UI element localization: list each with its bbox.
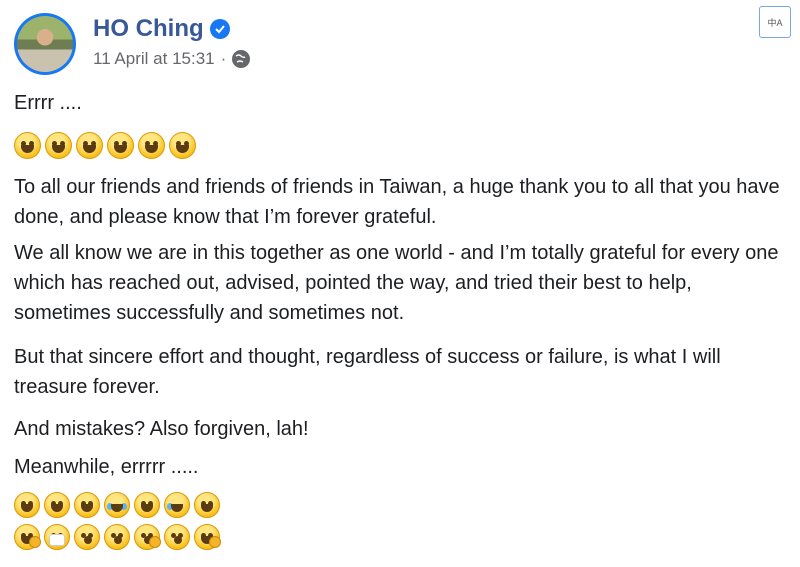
meta-separator: · <box>220 49 227 68</box>
author-name[interactable]: HO Ching <box>93 15 204 43</box>
post-meta: 11 April at 15:31 · <box>93 49 251 69</box>
emoji-row-2 <box>14 492 220 518</box>
translate-button[interactable]: 中A <box>759 6 791 38</box>
globe-icon[interactable] <box>232 50 251 68</box>
translate-icon: 中A <box>767 17 783 28</box>
open-mouth-emoji-icon <box>74 524 100 550</box>
post-line-errrr: Errrr .... <box>14 92 82 114</box>
post-paragraph-effort: But that sincere effort and thought, reg… <box>14 346 721 398</box>
rolling-laughing-emoji-icon <box>164 492 190 518</box>
flushed-emoji-icon <box>164 524 190 550</box>
profile-avatar[interactable] <box>14 13 76 75</box>
post-paragraph-together: We all know we are in this together as o… <box>14 242 779 324</box>
tears-of-joy-emoji-icon <box>104 492 130 518</box>
grinning-emoji-icon <box>76 132 103 159</box>
grinning-emoji-icon <box>107 132 134 159</box>
smirk-emoji-icon <box>74 492 100 518</box>
grinning-sweat-emoji-icon <box>169 132 196 159</box>
smiling-halo-emoji-icon <box>14 492 40 518</box>
screaming-emoji-icon <box>104 524 130 550</box>
emoji-row-3 <box>14 524 221 550</box>
verified-badge-icon <box>209 19 230 39</box>
grinning-sweat-emoji-icon <box>14 132 41 159</box>
upside-down-emoji-icon <box>44 492 70 518</box>
smiling-halo-emoji-icon <box>194 492 220 518</box>
grinning-sweat-emoji-icon <box>138 132 165 159</box>
post-timestamp[interactable]: 11 April at 15:31 <box>93 49 215 69</box>
face-with-hand-emoji-icon <box>194 524 221 550</box>
avatar-photo <box>17 16 73 72</box>
post-paragraph-thanks: To all our friends and friends of friend… <box>14 176 780 228</box>
face-with-hand-emoji-icon <box>14 524 41 550</box>
post-paragraph-mistakes: And mistakes? Also forgiven, lah! <box>14 418 309 440</box>
post-paragraph-meanwhile: Meanwhile, errrrr ..... <box>14 456 199 478</box>
thinking-emoji-icon <box>134 524 161 550</box>
grinning-sweat-emoji-icon <box>45 132 72 159</box>
zany-emoji-icon <box>134 492 160 518</box>
emoji-row-1 <box>14 132 196 159</box>
mask-emoji-icon <box>44 524 70 550</box>
post-header: HO Ching <box>93 15 230 43</box>
